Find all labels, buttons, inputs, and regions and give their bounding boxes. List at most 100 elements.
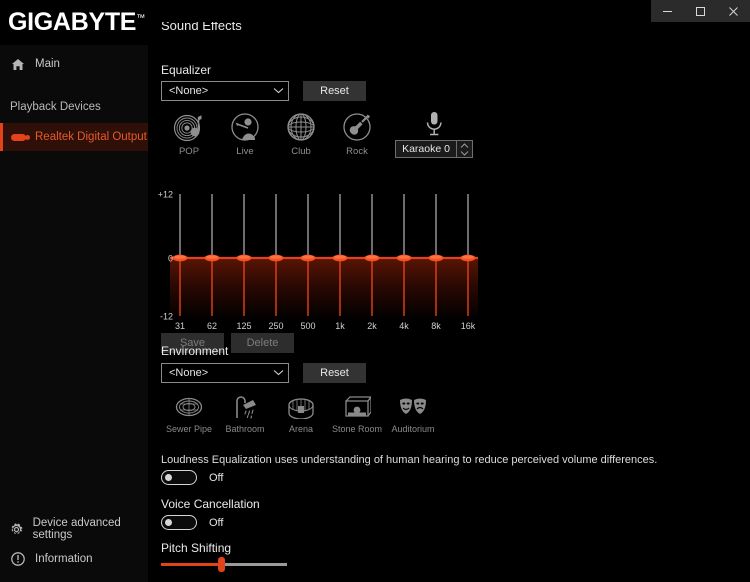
audio-jack-icon — [8, 129, 30, 145]
loudness-equalization-state: Off — [209, 471, 224, 484]
equalizer-preset-pop[interactable]: POP — [161, 110, 217, 157]
sidebar: Main Playback Devices Realtek Digital Ou… — [0, 45, 148, 582]
equalizer-preset-rock-label: Rock — [346, 146, 368, 157]
environment-preset-arena-label: Arena — [288, 424, 314, 434]
equalizer-preset-live[interactable]: Live — [217, 110, 273, 157]
environment-preset-stone-room-label: Stone Room — [331, 424, 383, 434]
svg-text:8k: 8k — [431, 321, 441, 330]
gigabyte-audio-window: GIGABYTE™ Main Playback Devices Realtek … — [0, 0, 750, 582]
equalizer-delete-button[interactable]: Delete — [231, 333, 294, 353]
voice-cancellation-toggle[interactable] — [161, 515, 197, 530]
info-icon — [8, 551, 28, 567]
karaoke-spinner-arrows[interactable] — [456, 141, 472, 157]
close-icon — [728, 6, 739, 17]
loudness-equalization-row: Off — [161, 470, 223, 485]
svg-text:250: 250 — [268, 321, 283, 330]
chevron-down-icon — [273, 369, 284, 378]
equalizer-graph[interactable]: +12 0 -12 31 62 125 250 500 1k 2k 4k 8k 16k — [153, 168, 483, 331]
svg-text:4k: 4k — [399, 321, 409, 330]
minimize-button[interactable] — [651, 0, 684, 22]
environment-preset-sewer-pipe[interactable]: Sewer Pipe — [161, 392, 217, 434]
sidebar-item-information-label: Information — [35, 553, 93, 565]
chevron-down-icon — [273, 87, 284, 96]
stone-room-icon — [343, 392, 371, 422]
equalizer-preset-pop-label: POP — [178, 146, 200, 157]
environment-reset-label: Reset — [320, 367, 349, 379]
electric-guitar-icon — [341, 110, 373, 144]
sidebar-item-information[interactable]: Information — [0, 544, 148, 574]
sidebar-bottom-group: Device advanced settings Information — [0, 514, 148, 582]
toggle-knob — [165, 474, 172, 481]
sidebar-item-realtek-label: Realtek Digital Output — [35, 131, 147, 143]
pitch-shifting-slider[interactable] — [161, 557, 287, 572]
theater-masks-icon — [398, 392, 428, 422]
main-content: Sound Effects Equalizer <None> Reset POP… — [148, 22, 750, 582]
pitch-shifting-track[interactable] — [161, 557, 287, 572]
equalizer-preset-club[interactable]: Club — [273, 110, 329, 157]
environment-preset-auditorium[interactable]: Auditorium — [385, 392, 441, 434]
equalizer-preset-select[interactable]: <None> — [161, 81, 289, 101]
trademark-symbol: ™ — [136, 12, 145, 23]
brand-text: GIGABYTE — [8, 8, 137, 36]
page-title: Sound Effects — [161, 22, 242, 33]
equalizer-preset-icons: POP Live Club Rock Karaoke 0 — [161, 110, 479, 158]
close-button[interactable] — [717, 0, 750, 22]
pitch-shifting-fill — [161, 563, 222, 566]
equalizer-preset-value: <None> — [169, 85, 209, 97]
sidebar-item-main-label: Main — [35, 58, 60, 70]
home-icon — [8, 56, 28, 72]
svg-text:+12: +12 — [158, 190, 173, 200]
sidebar-item-device-advanced-settings[interactable]: Device advanced settings — [0, 514, 148, 544]
svg-text:-12: -12 — [160, 312, 173, 322]
chevron-up-icon — [460, 142, 469, 148]
maximize-button[interactable] — [684, 0, 717, 22]
pitch-shifting-label: Pitch Shifting — [161, 541, 232, 555]
chevron-down-icon — [460, 150, 469, 156]
svg-text:0: 0 — [168, 254, 173, 264]
environment-preset-arena[interactable]: Arena — [273, 392, 329, 434]
arena-icon — [287, 392, 315, 422]
sidebar-item-device-advanced-settings-label: Device advanced settings — [32, 517, 121, 541]
environment-section-label: Environment — [161, 344, 229, 358]
voice-cancellation-label: Voice Cancellation — [161, 497, 260, 511]
environment-preset-value: <None> — [169, 367, 209, 379]
equalizer-preset-live-label: Live — [236, 146, 254, 157]
maximize-icon — [695, 6, 706, 17]
environment-preset-select[interactable]: <None> — [161, 363, 289, 383]
voice-cancellation-row: Off — [161, 515, 223, 530]
live-performer-icon — [229, 110, 261, 144]
sidebar-group-playback-devices: Playback Devices — [10, 101, 101, 113]
svg-text:2k: 2k — [367, 321, 377, 330]
vinyl-record-icon — [173, 110, 205, 144]
equalizer-reset-label: Reset — [320, 85, 349, 97]
svg-text:62: 62 — [207, 321, 217, 330]
svg-text:31: 31 — [175, 321, 185, 330]
svg-text:16k: 16k — [461, 321, 476, 330]
environment-preset-bathroom[interactable]: Bathroom — [217, 392, 273, 434]
loudness-equalization-description: Loudness Equalization uses understanding… — [161, 454, 658, 466]
equalizer-preset-club-label: Club — [291, 146, 311, 157]
equalizer-bands-chart[interactable]: +12 0 -1231 62 125 250 500 1k 2k 4k 8k 16k — [153, 168, 483, 331]
equalizer-preset-rock[interactable]: Rock — [329, 110, 385, 157]
shower-icon — [231, 392, 259, 422]
equalizer-section-label: Equalizer — [161, 63, 212, 77]
equalizer-delete-label: Delete — [246, 337, 279, 349]
microphone-icon — [422, 110, 446, 140]
svg-text:125: 125 — [236, 321, 251, 330]
equalizer-reset-button[interactable]: Reset — [303, 81, 366, 101]
environment-reset-button[interactable]: Reset — [303, 363, 366, 383]
minimize-icon — [662, 6, 673, 17]
loudness-equalization-toggle[interactable] — [161, 470, 197, 485]
sidebar-item-realtek-digital-output[interactable]: Realtek Digital Output — [0, 123, 148, 151]
svg-text:500: 500 — [300, 321, 315, 330]
environment-preset-stone-room[interactable]: Stone Room — [329, 392, 385, 434]
karaoke-spinner[interactable]: Karaoke 0 — [395, 140, 473, 158]
toggle-knob — [165, 519, 172, 526]
sidebar-item-main[interactable]: Main — [0, 51, 148, 77]
karaoke-value: Karaoke 0 — [402, 143, 450, 155]
gear-icon — [8, 521, 26, 537]
environment-preset-sewer-pipe-label: Sewer Pipe — [165, 424, 213, 434]
environment-preset-auditorium-label: Auditorium — [391, 424, 435, 434]
voice-cancellation-state: Off — [209, 516, 224, 529]
pitch-shifting-handle[interactable] — [217, 557, 225, 572]
